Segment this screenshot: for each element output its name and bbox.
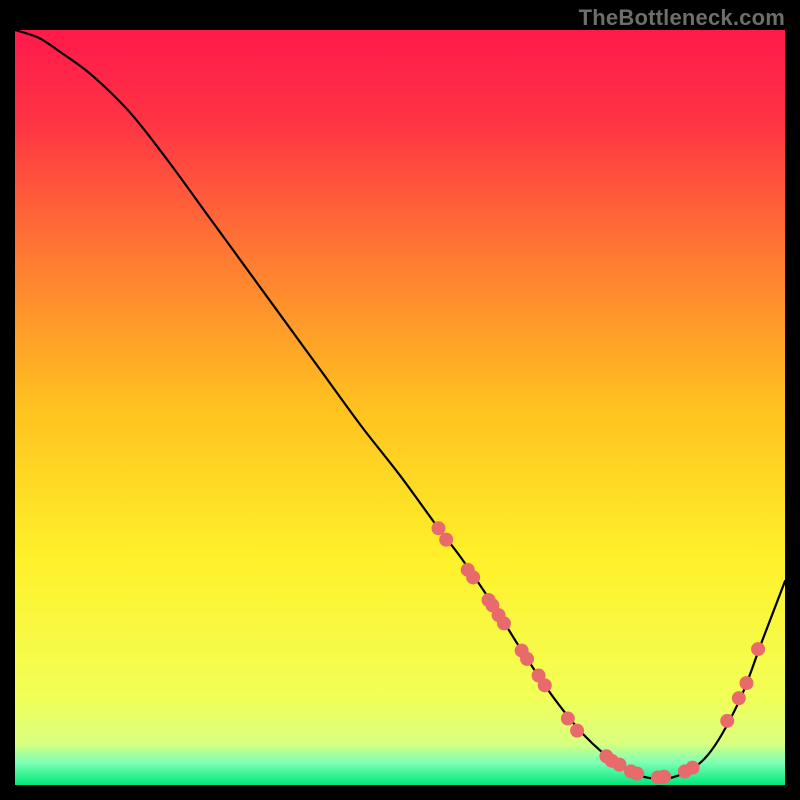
- marker-point: [466, 570, 480, 584]
- chart-svg: [15, 30, 785, 785]
- marker-point: [432, 521, 446, 535]
- marker-point: [740, 676, 754, 690]
- marker-point: [657, 770, 671, 784]
- watermark-text: TheBottleneck.com: [579, 5, 785, 31]
- marker-point: [720, 714, 734, 728]
- marker-point: [538, 678, 552, 692]
- marker-point: [630, 767, 644, 781]
- marker-point: [520, 652, 534, 666]
- marker-point: [570, 724, 584, 738]
- marker-point: [561, 712, 575, 726]
- marker-point: [439, 533, 453, 547]
- marker-point: [497, 616, 511, 630]
- marker-point: [751, 642, 765, 656]
- marker-point: [686, 761, 700, 775]
- marker-point: [732, 691, 746, 705]
- chart-background: [15, 30, 785, 785]
- chart-frame: [15, 30, 785, 785]
